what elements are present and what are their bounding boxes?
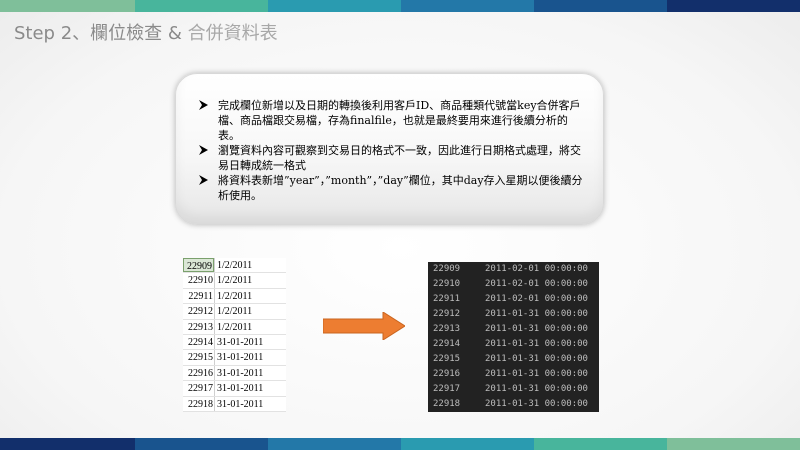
- arrow-bullet-icon: [199, 145, 208, 155]
- bullet-list: 完成欄位新增以及日期的轉換後利用客戶ID、商品種類代號當key合併客戶檔、商品檔…: [176, 74, 603, 203]
- row-id: 22917: [188, 383, 213, 395]
- right-arrow-shape: [323, 312, 405, 340]
- bullet-item: 完成欄位新增以及日期的轉換後利用客戶ID、商品種類代號當key合併客戶檔、商品檔…: [199, 98, 587, 143]
- slide: Step 2、欄位檢查 & 合併資料表 完成欄位新增以及日期的轉換後利用客戶ID…: [0, 0, 800, 450]
- excel-row: 22910 1/2/2011: [183, 273, 286, 289]
- terminal-row: 22914 2011-01-31 00:00:00: [428, 337, 599, 352]
- band-segment: [667, 438, 800, 450]
- row-id: 22918: [188, 398, 213, 410]
- row-date: 1/2/2011: [214, 319, 286, 334]
- terminal-row: 22909 2011-02-01 00:00:00: [428, 262, 599, 277]
- row-id: 22911: [188, 290, 213, 302]
- excel-row: 22914 31-01-2011: [183, 334, 286, 351]
- row-date: 1/2/2011: [214, 273, 286, 288]
- row-date: 1/2/2011: [214, 288, 286, 304]
- right-arrow-icon: [323, 312, 405, 340]
- row-datetime: 2011-01-31 00:00:00: [485, 309, 588, 319]
- row-date: 31-01-2011: [214, 396, 286, 411]
- bullet-text: 將資料表新增”year”，”month”，”day”欄位，其中day存入星期以便…: [218, 174, 583, 202]
- excel-row: 22909 1/2/2011: [183, 258, 286, 274]
- band-segment: [401, 0, 534, 12]
- terminal-screenshot: 22909 2011-02-01 00:00:00 22910 2011-02-01…: [428, 262, 599, 412]
- bullet-item: 瀏覽資料內容可觀察到交易日的格式不一致，因此進行日期格式處理，將交易日轉成統一格…: [199, 143, 587, 173]
- arrow-bullet-icon: [199, 100, 208, 110]
- terminal-row: 22918 2011-01-31 00:00:00: [428, 397, 599, 412]
- excel-row: 22916 31-01-2011: [183, 365, 286, 382]
- row-id: 22918: [433, 399, 461, 409]
- terminal-row: 22915 2011-01-31 00:00:00: [428, 352, 599, 367]
- bullet-text: 瀏覽資料內容可觀察到交易日的格式不一致，因此進行日期格式處理，將交易日轉成統一格…: [218, 144, 581, 172]
- row-date: 1/2/2011: [214, 258, 286, 273]
- band-segment: [401, 438, 534, 450]
- row-date: 1/2/2011: [214, 304, 286, 319]
- excel-screenshot: 22909 1/2/2011 22910 1/2/2011 22911 1/2/201…: [183, 258, 286, 412]
- row-id: 22909: [433, 264, 461, 274]
- band-segment: [534, 438, 667, 450]
- excel-row: 22915 31-01-2011: [183, 350, 286, 366]
- row-datetime: 2011-01-31 00:00:00: [485, 324, 588, 334]
- arrow-bullet-icon: [199, 175, 208, 185]
- row-datetime: 2011-02-01 00:00:00: [485, 279, 588, 289]
- row-id: 22913: [433, 324, 461, 334]
- terminal-row: 22910 2011-02-01 00:00:00: [428, 277, 599, 292]
- title-part-1: Step 2、欄位檢查 &: [14, 23, 188, 44]
- row-id: 22913: [188, 321, 213, 333]
- terminal-row: 22913 2011-01-31 00:00:00: [428, 322, 599, 337]
- row-id: 22910: [433, 279, 461, 289]
- row-id: 22917: [433, 384, 461, 394]
- excel-row: 22918 31-01-2011: [183, 396, 286, 412]
- terminal-row: 22916 2011-01-31 00:00:00: [428, 367, 599, 382]
- row-datetime: 2011-02-01 00:00:00: [485, 264, 588, 274]
- band-segment: [268, 0, 401, 12]
- band-segment: [0, 0, 135, 12]
- row-id: 22911: [433, 294, 461, 304]
- row-id: 22916: [188, 367, 213, 379]
- row-datetime: 2011-01-31 00:00:00: [485, 369, 588, 379]
- bullet-callout: 完成欄位新增以及日期的轉換後利用客戶ID、商品種類代號當key合併客戶檔、商品檔…: [175, 73, 604, 225]
- row-datetime: 2011-01-31 00:00:00: [485, 354, 588, 364]
- row-id: 22912: [188, 306, 213, 318]
- band-segment: [135, 438, 268, 450]
- page-title: Step 2、欄位檢查 & 合併資料表: [14, 19, 278, 45]
- row-id: 22916: [433, 369, 461, 379]
- excel-row: 22912 1/2/2011: [183, 304, 286, 320]
- terminal-row: 22911 2011-02-01 00:00:00: [428, 292, 599, 307]
- row-id: 22915: [188, 352, 213, 364]
- row-id: 22912: [433, 309, 461, 319]
- terminal-row: 22917 2011-01-31 00:00:00: [428, 382, 599, 397]
- terminal-row: 22912 2011-01-31 00:00:00: [428, 307, 599, 322]
- band-segment: [534, 0, 667, 12]
- band-segment: [0, 438, 135, 450]
- row-date: 31-01-2011: [214, 365, 286, 381]
- band-segment: [268, 438, 401, 450]
- excel-row: 22917 31-01-2011: [183, 381, 286, 397]
- row-id: 22915: [433, 354, 461, 364]
- row-id: 22914: [433, 339, 461, 349]
- row-date: 31-01-2011: [214, 334, 286, 350]
- band-segment: [667, 0, 800, 12]
- top-color-band: [0, 0, 800, 12]
- row-id: 22910: [188, 275, 213, 287]
- bullet-text: 完成欄位新增以及日期的轉換後利用客戶ID、商品種類代號當key合併客戶檔、商品檔…: [218, 99, 581, 142]
- bottom-color-band: [0, 438, 800, 450]
- row-date: 31-01-2011: [214, 350, 286, 365]
- bullet-item: 將資料表新增”year”，”month”，”day”欄位，其中day存入星期以便…: [199, 173, 587, 203]
- row-date: 31-01-2011: [214, 381, 286, 396]
- row-datetime: 2011-01-31 00:00:00: [485, 399, 588, 409]
- row-id: 22909: [183, 258, 214, 273]
- row-datetime: 2011-01-31 00:00:00: [485, 339, 588, 349]
- row-datetime: 2011-02-01 00:00:00: [485, 294, 588, 304]
- row-id: 22914: [188, 336, 213, 348]
- row-datetime: 2011-01-31 00:00:00: [485, 384, 588, 394]
- excel-row: 22911 1/2/2011: [183, 288, 286, 305]
- title-part-2: 合併資料表: [187, 23, 278, 44]
- band-segment: [135, 0, 268, 12]
- excel-row: 22913 1/2/2011: [183, 319, 286, 335]
